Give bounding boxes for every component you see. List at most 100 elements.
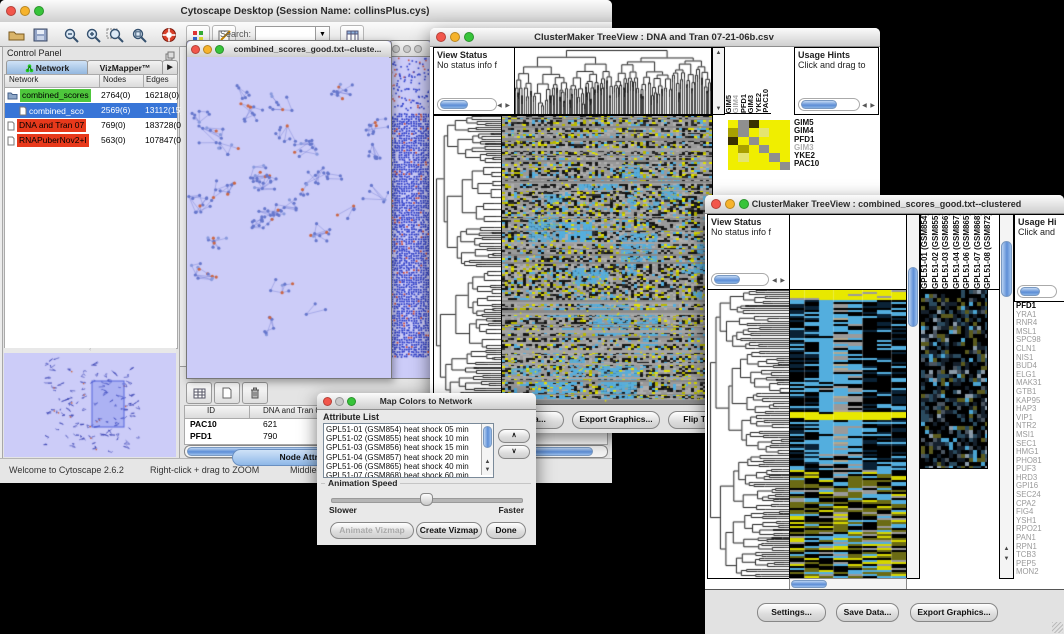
attribute-list-item[interactable]: GPL51-07 (GSM868) heat shock 60 min (324, 471, 481, 478)
network-table-row[interactable]: combined_scores2764(0)16218(0) (5, 88, 177, 103)
zoom-in-button[interactable] (82, 25, 104, 44)
attribute-list-item[interactable]: GPL51-03 (GSM856) heat shock 15 min (324, 443, 481, 452)
network-tab-icon (25, 64, 34, 73)
lifering-help-icon (161, 27, 177, 43)
treeview2-title: ClusterMaker TreeView : combined_scores_… (749, 199, 1024, 209)
tv2-detail-heatmap[interactable] (920, 289, 988, 469)
dialog-titlebar[interactable]: Map Colors to Network (317, 393, 536, 410)
tv2-save-data-button[interactable]: Save Data... (836, 603, 899, 622)
tab-network[interactable]: Network (6, 60, 88, 75)
file-icon (19, 106, 27, 116)
close-icon[interactable] (392, 45, 400, 53)
minimize-icon[interactable] (20, 6, 30, 16)
tv1-row-dendrogram[interactable] (433, 115, 502, 406)
attribute-list-scrollbar[interactable]: ▲▼ (481, 424, 493, 475)
status-hint-middle: Middle- (290, 465, 320, 475)
attribute-list-item[interactable]: GPL51-06 (GSM865) heat shock 40 min (324, 462, 481, 471)
column-label: GPL51-08 (GSM872) (984, 214, 995, 289)
close-icon[interactable] (6, 6, 16, 16)
move-attribute-up-button[interactable]: ∧ (498, 429, 530, 443)
zoom-selected-button[interactable] (104, 25, 126, 44)
resize-grip[interactable] (1052, 622, 1063, 633)
dense-network-canvas[interactable] (389, 57, 429, 377)
tv1-heatmap[interactable] (501, 115, 713, 406)
close-icon[interactable] (323, 397, 332, 406)
network-table-row[interactable]: RNAPuberNov2+I563(0)107847(0) (5, 133, 177, 148)
attribute-list-item[interactable]: GPL51-02 (GSM855) heat shock 10 min (324, 434, 481, 443)
animate-vizmap-button[interactable]: Animate Vizmap (330, 522, 414, 539)
tv1-detail-heatmap[interactable] (728, 120, 790, 170)
network-name: combined_scores (20, 89, 91, 102)
zoom-icon[interactable] (34, 6, 44, 16)
main-window-title: Cytoscape Desktop (Session Name: collins… (44, 6, 566, 17)
open-session-button[interactable] (5, 25, 27, 44)
save-session-button[interactable] (29, 25, 51, 44)
create-vizmap-button[interactable]: Create Vizmap (416, 522, 482, 539)
minimize-icon[interactable] (403, 45, 411, 53)
main-titlebar[interactable]: Cytoscape Desktop (Session Name: collins… (0, 0, 612, 23)
tab-vizmapper[interactable]: VizMapper™ (87, 60, 163, 75)
tv1-status-scrollbar[interactable] (437, 98, 497, 111)
tv2-settings-button[interactable]: Settings... (757, 603, 826, 622)
folder-open-icon (8, 28, 25, 42)
zoom-out-icon (63, 27, 80, 43)
tv2-row-dendrogram[interactable] (707, 289, 790, 579)
minimize-icon[interactable] (725, 199, 735, 209)
column-label: YKE2 (755, 93, 762, 113)
close-icon[interactable] (436, 32, 446, 42)
tv2-heatmap[interactable] (789, 289, 907, 579)
minimize-icon[interactable] (450, 32, 460, 42)
zoom-icon[interactable] (347, 397, 356, 406)
birdseye-view[interactable] (4, 353, 176, 457)
done-button[interactable]: Done (486, 522, 526, 539)
move-attribute-down-button[interactable]: ∨ (498, 445, 530, 459)
tv2-column-tree-area[interactable] (789, 214, 907, 290)
gene-label: MON2 (1016, 568, 1063, 577)
tv2-hints-scrollbar[interactable] (1017, 285, 1057, 298)
animation-speed-slider-thumb[interactable] (420, 493, 433, 506)
slider-max-label: Faster (498, 505, 524, 515)
zoom-out-button[interactable] (60, 25, 82, 44)
tv2-labels-vscrollbar[interactable]: ▲▼ (999, 214, 1014, 579)
treeview1-titlebar[interactable]: ClusterMaker TreeView : DNA and Tran 07-… (430, 28, 880, 47)
minimize-icon[interactable] (335, 397, 344, 406)
network-table-row[interactable]: combined_sco2569(6)13112(15) (5, 103, 177, 118)
zoom-icon[interactable] (739, 199, 749, 209)
zoom-icon[interactable] (414, 45, 422, 53)
tv1-view-status-panel: View Status No status info f ◀ ▶ (433, 47, 515, 115)
minimize-icon[interactable] (203, 45, 212, 54)
zoom-icon[interactable] (464, 32, 474, 42)
help-button[interactable] (158, 25, 180, 44)
new-attribute-button[interactable] (214, 382, 240, 404)
attribute-list-item[interactable]: GPL51-04 (GSM857) heat shock 20 min (324, 453, 481, 462)
close-icon[interactable] (711, 199, 721, 209)
save-icon (33, 28, 48, 42)
close-icon[interactable] (191, 45, 200, 54)
control-panel-title: Control Panel (7, 48, 62, 58)
tv2-heatmap-vscrollbar[interactable] (906, 214, 920, 579)
tv1-top-vscrollbar[interactable]: ▲▼ (712, 47, 725, 115)
network-name: combined_sco (29, 106, 84, 116)
tab-overflow-arrow[interactable]: ▶ (162, 60, 178, 75)
tv1-hints-scrollbar[interactable] (798, 98, 860, 111)
tv2-export-graphics-button[interactable]: Export Graphics... (910, 603, 998, 622)
zoom-fit-icon (131, 27, 148, 43)
animation-speed-label: Animation Speed (325, 478, 400, 488)
network-canvas[interactable] (187, 57, 389, 376)
tv2-status-scrollbar[interactable] (711, 273, 769, 286)
tv1-column-dendrogram[interactable] (514, 47, 712, 115)
network-table-header[interactable]: Network Nodes Edges (5, 75, 177, 88)
column-label: GPL51-02 (GSM855) (932, 214, 943, 289)
tv1-export-graphics-button[interactable]: Export Graphics... (572, 411, 660, 429)
attribute-listbox[interactable]: GPL51-01 (GSM854) heat shock 05 minGPL51… (323, 423, 494, 478)
network-frame-titlebar[interactable]: combined_scores_good.txt--cluste... (187, 41, 391, 58)
delete-attribute-button[interactable] (242, 382, 268, 404)
zoom-fit-button[interactable] (128, 25, 150, 44)
select-attributes-button[interactable] (186, 382, 212, 404)
zoom-icon[interactable] (215, 45, 224, 54)
treeview2-titlebar[interactable]: ClusterMaker TreeView : combined_scores_… (705, 195, 1064, 214)
attribute-list-item[interactable]: GPL51-01 (GSM854) heat shock 05 min (324, 425, 481, 434)
window-controls[interactable] (6, 6, 44, 16)
network-table-row[interactable]: DNA and Tran 07769(0)183728(0) (5, 118, 177, 133)
column-label: GIM4 (732, 95, 739, 113)
